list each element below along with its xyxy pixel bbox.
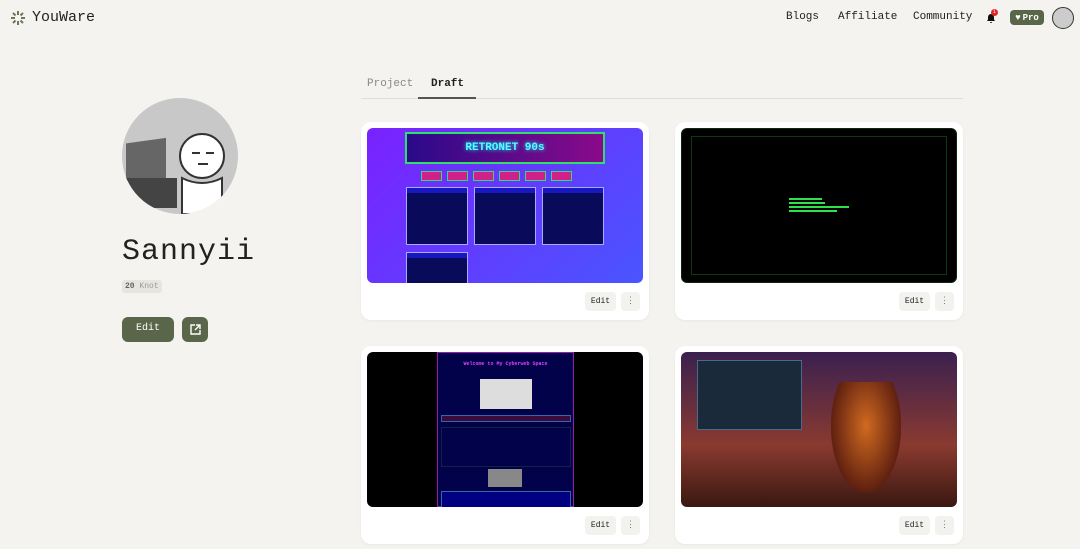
brand-logo[interactable]: YouWare	[10, 9, 95, 26]
thumbnail-title: RETRONET 90s	[405, 132, 605, 164]
card-thumbnail[interactable]: Welcome to My Cyberweb Space	[367, 352, 643, 507]
draft-card[interactable]: Edit ⋮	[675, 122, 963, 320]
thumbnail-page: Welcome to My Cyberweb Space	[437, 352, 574, 507]
edit-button[interactable]: Edit	[899, 292, 930, 311]
open-profile-button[interactable]	[182, 317, 208, 342]
thumbnail-window	[542, 187, 604, 245]
knot-count: 20	[125, 282, 135, 291]
nav-affiliate[interactable]: Affiliate	[838, 11, 897, 23]
sunburst-logo-icon	[11, 10, 25, 25]
draft-card[interactable]: RETRONET 90s Edit ⋮	[361, 122, 649, 320]
edit-button[interactable]: Edit	[585, 516, 616, 535]
draft-card[interactable]: Edit ⋮	[675, 346, 963, 544]
profile-name: Sannyii	[122, 235, 256, 269]
more-options-button[interactable]: ⋮	[935, 516, 954, 535]
nav-blogs[interactable]: Blogs	[786, 11, 819, 23]
thumbnail-window	[406, 187, 468, 245]
edit-button[interactable]: Edit	[899, 516, 930, 535]
terminal-text-lines	[789, 198, 849, 212]
thumbnail-nav-buttons	[421, 171, 572, 181]
tab-draft[interactable]: Draft	[431, 78, 464, 90]
heart-icon: ♥	[1015, 12, 1021, 23]
edit-button[interactable]: Edit	[585, 292, 616, 311]
top-header: YouWare Blogs Affiliate Community 1 ♥ Pro	[0, 0, 1080, 34]
edit-profile-button[interactable]: Edit	[122, 317, 174, 342]
character-illustration	[831, 382, 901, 492]
guestbook-box	[441, 491, 571, 507]
thumbnail-window	[697, 360, 802, 430]
external-link-icon	[189, 324, 201, 335]
more-options-button[interactable]: ⋮	[935, 292, 954, 311]
tab-project[interactable]: Project	[367, 78, 413, 90]
notifications-button[interactable]: 1	[985, 9, 998, 23]
pro-label: Pro	[1022, 12, 1039, 23]
card-thumbnail[interactable]	[681, 352, 957, 507]
boombox-image	[488, 469, 522, 487]
knot-badge: 20 Knot	[122, 280, 162, 293]
thumbnail-window	[474, 187, 536, 245]
user-avatar-button[interactable]	[1052, 7, 1074, 29]
nav-community[interactable]: Community	[913, 11, 972, 23]
thumbnail-window	[406, 252, 468, 283]
computer-image	[480, 379, 532, 409]
card-thumbnail[interactable]	[681, 128, 957, 283]
thumbnail-content-box	[441, 427, 571, 467]
draft-card[interactable]: Welcome to My Cyberweb Space Edit ⋮	[361, 346, 649, 544]
more-options-button[interactable]: ⋮	[621, 292, 640, 311]
thumbnail-nav-bar	[441, 415, 571, 422]
knot-label: Knot	[139, 282, 159, 291]
pro-badge[interactable]: ♥ Pro	[1010, 10, 1044, 25]
brand-name: YouWare	[32, 9, 96, 26]
notification-badge: 1	[991, 9, 998, 16]
project-tabs: Project Draft	[361, 74, 963, 99]
more-options-button[interactable]: ⋮	[621, 516, 640, 535]
profile-avatar	[122, 98, 238, 214]
card-thumbnail[interactable]: RETRONET 90s	[367, 128, 643, 283]
active-tab-indicator	[418, 97, 476, 99]
thumbnail-title: Welcome to My Cyberweb Space	[463, 361, 548, 367]
